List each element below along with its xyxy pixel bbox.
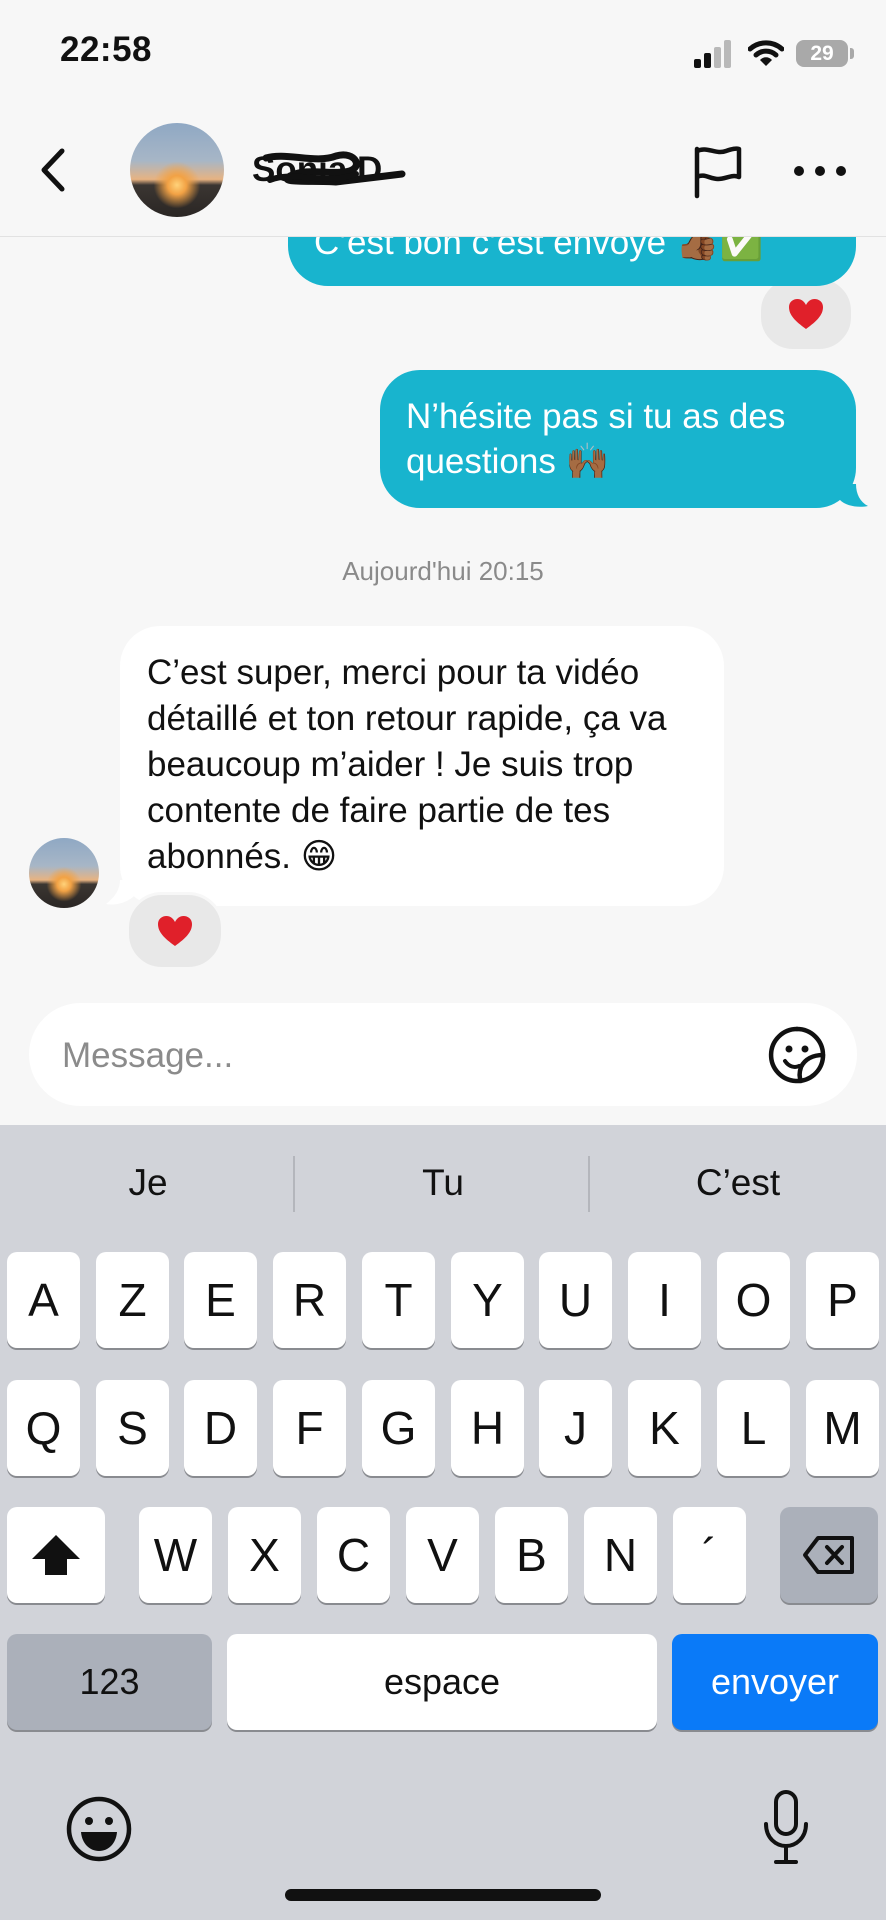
message-text: C’est super, merci pour ta vidéo détaill… — [147, 653, 667, 876]
key[interactable]: D — [184, 1380, 257, 1476]
flag-icon[interactable] — [688, 143, 744, 199]
key[interactable]: V — [406, 1507, 479, 1603]
key[interactable]: K — [628, 1380, 701, 1476]
shift-icon — [32, 1535, 80, 1575]
heart-icon — [158, 916, 192, 946]
key[interactable]: Q — [7, 1380, 80, 1476]
key[interactable]: X — [228, 1507, 301, 1603]
key[interactable]: W — [139, 1507, 212, 1603]
key[interactable]: G — [362, 1380, 435, 1476]
key[interactable]: Z — [96, 1252, 169, 1348]
key[interactable]: A — [7, 1252, 80, 1348]
chevron-left-icon[interactable] — [34, 145, 74, 195]
backspace-icon — [803, 1536, 854, 1574]
battery-icon: 29 — [796, 40, 848, 67]
battery-tip — [850, 48, 854, 59]
suggestion[interactable]: Je — [3, 1162, 293, 1204]
key[interactable]: L — [717, 1380, 790, 1476]
key[interactable]: ´ — [673, 1507, 746, 1603]
key[interactable]: P — [806, 1252, 879, 1348]
date-separator: Aujourd'hui 20:15 — [342, 556, 544, 586]
key[interactable]: C — [317, 1507, 390, 1603]
signal-icon — [694, 38, 736, 68]
key[interactable]: J — [539, 1380, 612, 1476]
suggestion-divider — [293, 1156, 295, 1212]
avatar[interactable] — [29, 838, 99, 908]
message-text: N’hésite pas si tu as des questions 🙌🏾 — [406, 397, 786, 481]
suggestion[interactable]: Tu — [298, 1162, 588, 1204]
key[interactable]: M — [806, 1380, 879, 1476]
key[interactable]: O — [717, 1252, 790, 1348]
bubble-tail — [840, 484, 868, 507]
key[interactable]: N — [584, 1507, 657, 1603]
reaction-badge[interactable] — [126, 892, 224, 970]
home-indicator — [285, 1889, 601, 1901]
heart-icon — [789, 299, 823, 329]
suggestion-divider — [588, 1156, 590, 1212]
status-time: 22:58 — [60, 30, 153, 69]
key[interactable]: S — [96, 1380, 169, 1476]
numbers-key[interactable]: 123 — [7, 1634, 212, 1730]
backspace-key[interactable] — [780, 1507, 878, 1603]
avatar[interactable] — [130, 123, 224, 217]
message-input[interactable] — [60, 1028, 724, 1084]
sticker-icon[interactable] — [767, 1025, 827, 1085]
shift-key[interactable] — [7, 1507, 105, 1603]
microphone-icon[interactable] — [758, 1788, 814, 1868]
reaction-badge[interactable] — [758, 276, 854, 352]
key[interactable]: F — [273, 1380, 346, 1476]
wifi-icon — [748, 40, 784, 66]
key[interactable]: Y — [451, 1252, 524, 1348]
key[interactable]: T — [362, 1252, 435, 1348]
key[interactable]: B — [495, 1507, 568, 1603]
more-horizontal-icon[interactable] — [794, 158, 846, 182]
space-key[interactable]: espace — [227, 1634, 657, 1730]
message-incoming[interactable]: C’est super, merci pour ta vidéo détaill… — [120, 626, 724, 906]
key[interactable]: E — [184, 1252, 257, 1348]
message-outgoing[interactable]: N’hésite pas si tu as des questions 🙌🏾 — [380, 370, 856, 508]
redaction-scribble — [262, 151, 406, 186]
suggestion[interactable]: C’est — [593, 1162, 883, 1204]
send-key[interactable]: envoyer — [672, 1634, 878, 1730]
key[interactable]: R — [273, 1252, 346, 1348]
emoji-icon[interactable] — [64, 1794, 134, 1864]
key[interactable]: H — [451, 1380, 524, 1476]
key[interactable]: I — [628, 1252, 701, 1348]
key[interactable]: U — [539, 1252, 612, 1348]
bubble-tail — [106, 880, 134, 905]
